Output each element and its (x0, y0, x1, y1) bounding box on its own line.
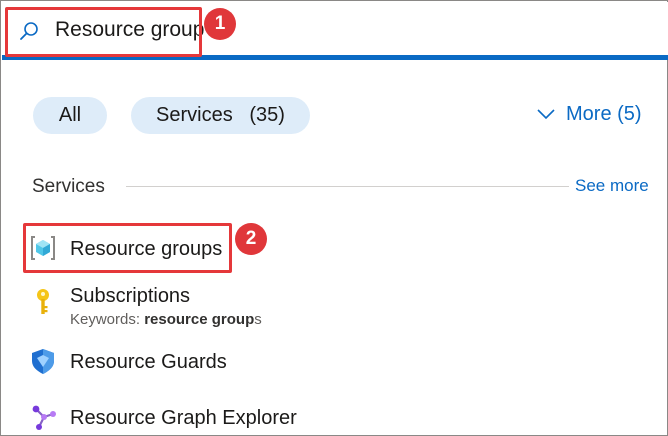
result-resource-graph-explorer[interactable]: Resource Graph Explorer (29, 403, 649, 433)
section-divider (126, 186, 569, 187)
more-filters-button[interactable]: More (5) (536, 99, 642, 129)
filter-services-count: (35) (249, 104, 285, 126)
result-resource-guards[interactable]: Resource Guards (29, 347, 649, 377)
chevron-down-icon (537, 109, 555, 120)
search-dropdown-panel: Resource group 1 All Services (35) More … (0, 0, 668, 436)
filter-all-label: All (58, 104, 82, 126)
callout-highlight-resource-groups (23, 223, 232, 273)
services-section-title: Services (32, 176, 105, 197)
see-more-link[interactable]: See more (575, 175, 649, 197)
filter-services-label: Services (156, 104, 233, 126)
callout-highlight-search (5, 7, 202, 57)
filter-services-button[interactable]: Services (35) (131, 97, 310, 134)
result-keywords: Keywords: resource groups (70, 311, 262, 328)
step-badge-1: 1 (204, 8, 236, 40)
step-badge-2: 2 (235, 223, 267, 255)
result-label: Resource Graph Explorer (70, 407, 297, 429)
filter-all-button[interactable]: All (33, 97, 107, 134)
more-filters-label: More (5) (566, 103, 642, 125)
result-label: Subscriptions (70, 285, 191, 307)
result-label: Resource Guards (70, 351, 227, 373)
result-subscriptions[interactable]: Subscriptions Keywords: resource groups (29, 282, 649, 332)
key-icon (37, 289, 49, 314)
shield-icon (32, 349, 54, 374)
graph-explorer-icon (32, 405, 56, 430)
